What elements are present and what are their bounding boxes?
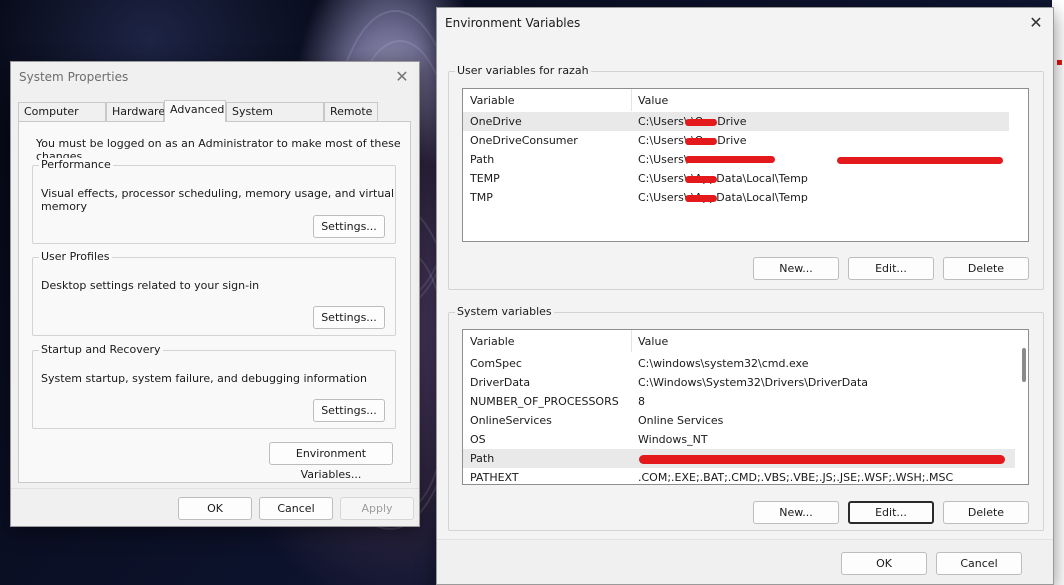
var-value: C:\Users\	[638, 153, 688, 166]
user-edit-button[interactable]: Edit...	[848, 257, 934, 280]
tab-advanced[interactable]: Advanced	[164, 100, 226, 122]
user-var-row[interactable]: TMP C:\Users\ \AppData\Local\Temp	[463, 188, 1009, 207]
redaction-mark	[837, 157, 1003, 164]
column-value[interactable]: Value	[638, 94, 668, 107]
window-title: System Properties	[19, 70, 129, 84]
environment-variables-button[interactable]: Environment Variables...	[269, 442, 393, 481]
system-edit-button[interactable]: Edit...	[848, 501, 934, 524]
tab-computer-name[interactable]: Computer Name	[18, 102, 106, 135]
var-value: Online Services	[638, 414, 724, 427]
var-name: OnlineServices	[470, 414, 552, 427]
apply-button[interactable]: Apply	[340, 497, 414, 520]
user-profiles-label: User Profiles	[39, 250, 112, 263]
system-variables-group: System variables Variable Value ComSpec …	[448, 305, 1044, 531]
user-new-button[interactable]: New...	[753, 257, 839, 280]
startup-recovery-settings-button[interactable]: Settings...	[313, 399, 385, 422]
var-name: DriverData	[470, 376, 531, 389]
var-name: NUMBER_OF_PROCESSORS	[470, 395, 619, 408]
system-var-row[interactable]: NUMBER_OF_PROCESSORS 8	[463, 392, 1015, 411]
user-variables-group: User variables for razah Variable Value …	[448, 64, 1044, 290]
environment-variables-footer: OK Cancel	[437, 539, 1053, 584]
redaction-mark	[685, 156, 775, 163]
var-value: C:\Users\ \AppData\Local\Temp	[638, 191, 808, 204]
column-variable[interactable]: Variable	[470, 94, 515, 107]
user-var-row[interactable]: OneDrive C:\Users\ \OneDrive	[463, 112, 1009, 131]
advanced-tab-panel: You must be logged on as an Administrato…	[18, 121, 411, 483]
tab-hardware[interactable]: Hardware	[106, 102, 165, 121]
ok-button[interactable]: OK	[178, 497, 252, 520]
vertical-scrollbar[interactable]	[1022, 348, 1026, 382]
startup-recovery-description: System startup, system failure, and debu…	[41, 372, 367, 385]
column-value[interactable]: Value	[638, 335, 668, 348]
var-name: OS	[470, 433, 486, 446]
var-value: C:\Users\ \AppData\Local\Temp	[638, 172, 808, 185]
cancel-button[interactable]: Cancel	[936, 552, 1022, 575]
var-name: TEMP	[470, 172, 500, 185]
ok-button[interactable]: OK	[841, 552, 927, 575]
user-profiles-settings-button[interactable]: Settings...	[313, 306, 385, 329]
system-var-row[interactable]: ComSpec C:\windows\system32\cmd.exe	[463, 354, 1015, 373]
user-var-row[interactable]: TEMP C:\Users\ \AppData\Local\Temp	[463, 169, 1009, 188]
system-variables-list[interactable]: Variable Value ComSpec C:\windows\system…	[462, 329, 1029, 485]
var-value: C:\Windows\System32\Drivers\DriverData	[638, 376, 869, 389]
var-name: Path	[470, 452, 495, 465]
user-profiles-group: User Profiles Desktop settings related t…	[32, 250, 396, 336]
system-properties-titlebar[interactable]: System Properties ✕	[11, 62, 419, 92]
var-name: PATHEXT	[470, 471, 519, 484]
system-properties-footer: OK Cancel Apply	[11, 488, 419, 526]
system-var-row[interactable]: OnlineServices Online Services	[463, 411, 1015, 430]
system-var-row[interactable]: OS Windows_NT	[463, 430, 1015, 449]
column-separator[interactable]	[631, 330, 632, 352]
var-name: ComSpec	[470, 357, 522, 370]
system-var-row[interactable]: PATHEXT .COM;.EXE;.BAT;.CMD;.VBS;.VBE;.J…	[463, 468, 1015, 484]
var-value: C:\windows\system32\cmd.exe	[638, 357, 809, 370]
startup-recovery-label: Startup and Recovery	[39, 343, 163, 356]
environment-variables-window: Environment Variables ✕ User variables f…	[436, 7, 1054, 585]
redaction-mark	[685, 138, 717, 145]
system-properties-window: System Properties ✕ Computer Name Hardwa…	[10, 61, 420, 527]
var-value: 8	[638, 395, 645, 408]
user-var-row[interactable]: OneDriveConsumer C:\Users\ \OneDrive	[463, 131, 1009, 150]
var-name: TMP	[470, 191, 493, 204]
user-profiles-description: Desktop settings related to your sign-in	[41, 279, 260, 292]
system-delete-button[interactable]: Delete	[943, 501, 1029, 524]
environment-variables-titlebar[interactable]: Environment Variables ✕	[437, 8, 1053, 38]
var-value: Windows_NT	[638, 433, 708, 446]
column-variable[interactable]: Variable	[470, 335, 515, 348]
performance-label: Performance	[39, 158, 113, 171]
startup-recovery-group: Startup and Recovery System startup, sys…	[32, 343, 396, 429]
cancel-button[interactable]: Cancel	[259, 497, 333, 520]
user-var-row[interactable]: Path C:\Users\	[463, 150, 1009, 169]
var-value: .COM;.EXE;.BAT;.CMD;.VBS;.VBE;.JS;.JSE;.…	[638, 471, 954, 484]
list-header: Variable Value	[463, 89, 1028, 111]
tab-remote[interactable]: Remote	[324, 102, 378, 121]
system-var-row[interactable]: DriverData C:\Windows\System32\Drivers\D…	[463, 373, 1015, 392]
window-title: Environment Variables	[445, 16, 581, 30]
red-marker: ▪	[1056, 57, 1063, 68]
redaction-mark	[639, 455, 1005, 464]
system-var-row[interactable]: Path	[463, 449, 1015, 468]
var-name: OneDriveConsumer	[470, 134, 578, 147]
redaction-mark	[685, 195, 717, 202]
var-name: OneDrive	[470, 115, 522, 128]
system-variables-label: System variables	[455, 305, 554, 318]
user-delete-button[interactable]: Delete	[943, 257, 1029, 280]
system-new-button[interactable]: New...	[753, 501, 839, 524]
list-header: Variable Value	[463, 330, 1028, 352]
performance-settings-button[interactable]: Settings...	[313, 215, 385, 238]
var-name: Path	[470, 153, 495, 166]
close-icon[interactable]: ✕	[391, 66, 413, 88]
column-separator[interactable]	[631, 89, 632, 111]
user-variables-list[interactable]: Variable Value OneDrive C:\Users\ \OneDr…	[462, 88, 1029, 242]
performance-group: Performance Visual effects, processor sc…	[32, 158, 396, 244]
performance-description: Visual effects, processor scheduling, me…	[41, 187, 395, 213]
user-variables-label: User variables for razah	[455, 64, 591, 77]
redaction-mark	[685, 119, 717, 126]
close-icon[interactable]: ✕	[1025, 12, 1047, 34]
tab-system-protection[interactable]: System Protection	[226, 102, 324, 135]
redaction-mark	[685, 176, 717, 183]
